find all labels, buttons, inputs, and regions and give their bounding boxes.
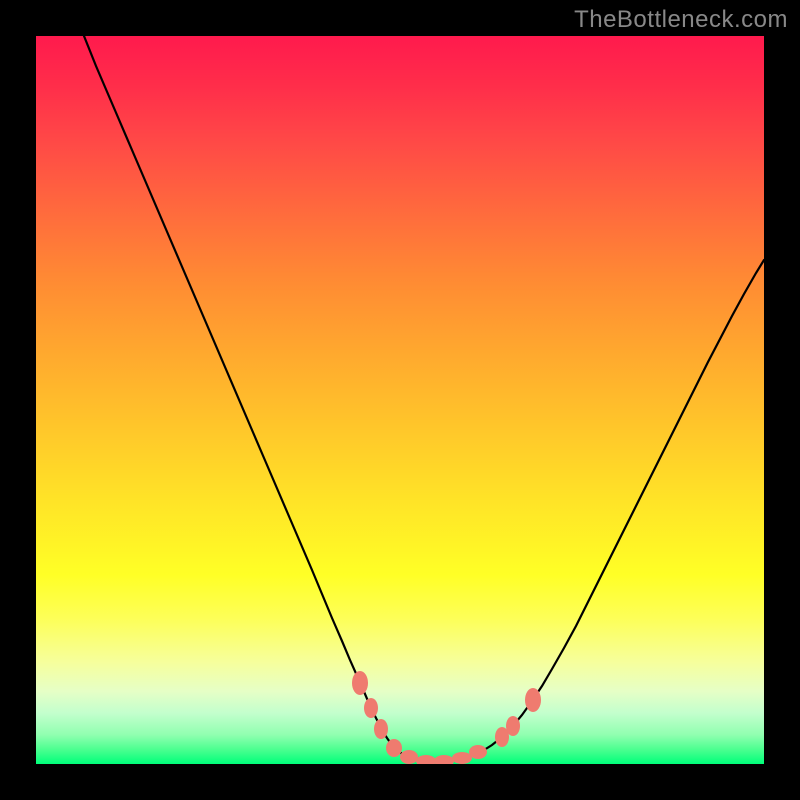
curve-bead <box>364 698 378 718</box>
curve-bead <box>352 671 368 695</box>
curve-bead <box>506 716 520 736</box>
chart-svg <box>36 36 764 764</box>
curve-bead <box>469 745 487 759</box>
curve-bead <box>400 750 418 764</box>
bottleneck-curve <box>84 36 764 761</box>
curve-bead <box>452 752 472 764</box>
curve-bead <box>386 739 402 757</box>
watermark-text: TheBottleneck.com <box>574 6 788 34</box>
curve-bead <box>434 755 454 764</box>
chart-plot-area <box>36 36 764 764</box>
curve-marker-beads <box>352 671 541 764</box>
curve-bead <box>525 688 541 712</box>
curve-bead <box>374 719 388 739</box>
curve-bead <box>416 755 436 764</box>
chart-outer-frame: TheBottleneck.com <box>0 0 800 800</box>
